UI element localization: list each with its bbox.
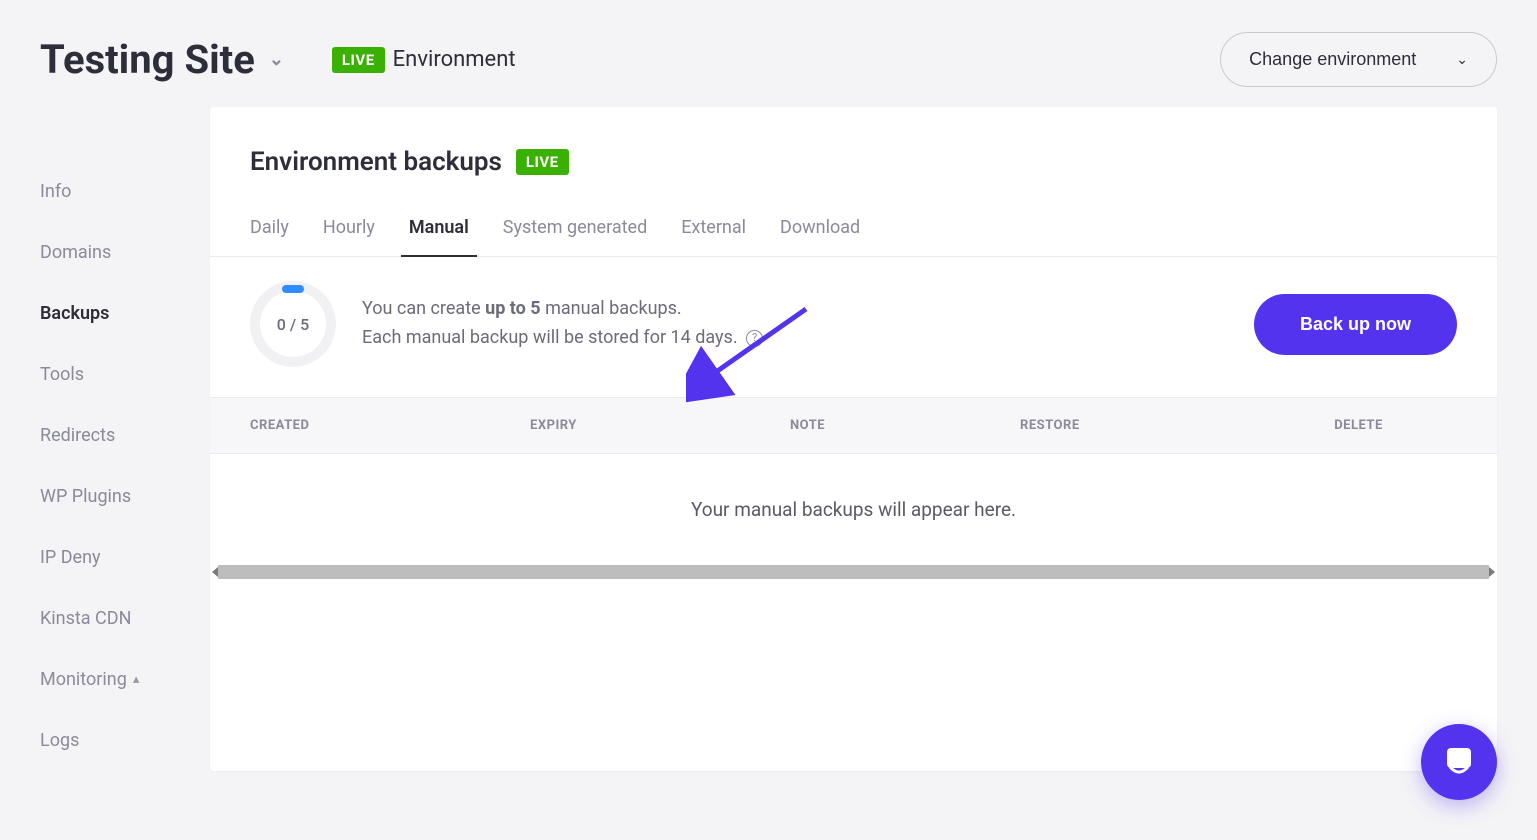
sidebar-item-backups[interactable]: Backups (40, 283, 180, 344)
chat-launcher-button[interactable] (1421, 724, 1497, 800)
column-created: CREATED (250, 418, 530, 433)
sidebar-item-label: Backups (40, 303, 109, 324)
change-environment-button[interactable]: Change environment ⌄ (1220, 32, 1497, 87)
sidebar-item-label: Kinsta CDN (40, 608, 131, 629)
tab-label: Download (780, 217, 860, 238)
chevron-down-icon: ⌄ (269, 49, 284, 70)
sidebar-item-label: Tools (40, 364, 84, 385)
column-restore: RESTORE (1020, 418, 1260, 433)
tab-download[interactable]: Download (780, 207, 860, 256)
backup-now-button[interactable]: Back up now (1254, 294, 1457, 355)
sidebar-item-redirects[interactable]: Redirects (40, 405, 180, 466)
info-text-bold: up to 5 (485, 298, 541, 319)
backup-count-gauge: 0 / 5 (250, 281, 336, 367)
live-badge: LIVE (332, 47, 385, 73)
backup-table-header: CREATED EXPIRY NOTE RESTORE DELETE (210, 397, 1497, 454)
tab-label: External (681, 217, 746, 238)
sidebar-item-monitoring[interactable]: Monitoring ▴ (40, 649, 180, 710)
tab-daily[interactable]: Daily (250, 207, 289, 256)
chevron-down-icon: ⌄ (1456, 51, 1468, 68)
tab-external[interactable]: External (681, 207, 746, 256)
site-title-text: Testing Site (40, 36, 255, 83)
sidebar-item-label: Redirects (40, 425, 115, 446)
sidebar-item-tools[interactable]: Tools (40, 344, 180, 405)
column-delete: DELETE (1260, 418, 1457, 433)
environment-indicator: LIVE Environment (332, 47, 516, 73)
sidebar-item-label: IP Deny (40, 547, 101, 568)
page-header: Testing Site ⌄ LIVE Environment Change e… (0, 0, 1537, 107)
bell-icon: ▴ (133, 672, 140, 687)
tab-hourly[interactable]: Hourly (323, 207, 375, 256)
horizontal-scrollbar[interactable] (218, 565, 1489, 579)
sidebar-item-label: Info (40, 181, 71, 202)
card-title: Environment backups (250, 147, 502, 177)
sidebar-item-label: Monitoring (40, 669, 127, 690)
info-text-segment: manual backups. (541, 298, 682, 319)
environment-label: Environment (393, 47, 516, 72)
sidebar-item-label: Logs (40, 730, 79, 751)
sidebar-item-info[interactable]: Info (40, 161, 180, 222)
info-text: You can create up to 5 manual backups. E… (362, 295, 763, 353)
sidebar-item-label: WP Plugins (40, 486, 131, 507)
tab-label: Manual (409, 217, 469, 238)
sidebar: Info Domains Backups Tools Redirects WP … (40, 107, 180, 771)
info-text-segment: Each manual backup will be stored for 14… (362, 327, 738, 348)
help-icon[interactable]: ? (746, 330, 763, 347)
sidebar-item-ip-deny[interactable]: IP Deny (40, 527, 180, 588)
site-title[interactable]: Testing Site ⌄ (40, 36, 284, 83)
column-note: NOTE (790, 418, 1020, 433)
change-environment-label: Change environment (1249, 49, 1416, 70)
info-text-segment: You can create (362, 298, 485, 319)
column-expiry: EXPIRY (530, 418, 790, 433)
sidebar-item-wp-plugins[interactable]: WP Plugins (40, 466, 180, 527)
sidebar-item-logs[interactable]: Logs (40, 710, 180, 771)
tab-label: System generated (503, 217, 647, 238)
backups-card: Environment backups LIVE Daily Hourly Ma… (210, 107, 1497, 771)
tab-label: Hourly (323, 217, 375, 238)
gauge-text: 0 / 5 (250, 281, 336, 367)
tab-manual[interactable]: Manual (409, 207, 469, 256)
manual-backup-info: 0 / 5 You can create up to 5 manual back… (210, 257, 1497, 397)
sidebar-item-label: Domains (40, 242, 111, 263)
backup-tabs: Daily Hourly Manual System generated Ext… (210, 207, 1497, 257)
sidebar-item-kinsta-cdn[interactable]: Kinsta CDN (40, 588, 180, 649)
tab-label: Daily (250, 217, 289, 238)
tab-system-generated[interactable]: System generated (503, 207, 647, 256)
live-badge: LIVE (516, 149, 569, 175)
empty-state-message: Your manual backups will appear here. (210, 454, 1497, 565)
card-header: Environment backups LIVE (210, 147, 1497, 207)
chat-icon (1441, 744, 1477, 780)
sidebar-item-domains[interactable]: Domains (40, 222, 180, 283)
button-label: Back up now (1300, 314, 1411, 334)
